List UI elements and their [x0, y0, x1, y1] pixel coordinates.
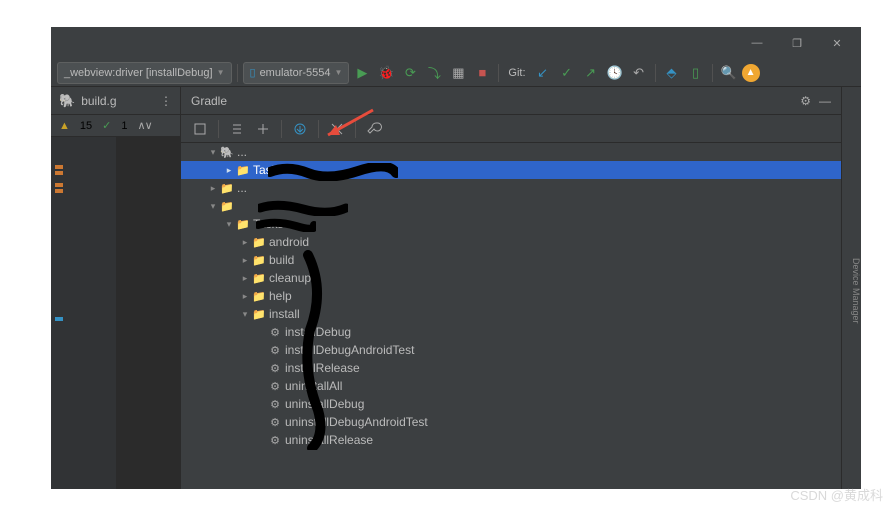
main-toolbar: _webview:driver [installDebug] ▼ ▯ emula…: [51, 59, 861, 87]
avatar[interactable]: ▲: [742, 64, 760, 82]
folder-android[interactable]: ▸📁android: [181, 233, 841, 251]
chevron-down-icon: ▼: [335, 68, 343, 77]
stop-button[interactable]: ■: [471, 62, 493, 84]
main-area: 🐘 build.g ⋮ ▲ 15 ✓ 1 ∧ ∨: [51, 87, 861, 489]
git-label: Git:: [504, 67, 529, 79]
separator: [237, 64, 238, 82]
avd-button[interactable]: ▯: [685, 62, 707, 84]
maximize-button[interactable]: ❐: [777, 29, 817, 57]
gear-icon: ⚙: [267, 416, 283, 429]
editor-area[interactable]: [116, 137, 181, 489]
device-combo[interactable]: ▯ emulator-5554 ▼: [243, 62, 350, 84]
folder-build[interactable]: ▸📁build: [181, 251, 841, 269]
nav-arrows[interactable]: ∧ ∨: [137, 119, 150, 132]
check-count: 1: [121, 120, 127, 132]
folder-cleanup[interactable]: ▸📁cleanup: [181, 269, 841, 287]
gear-icon: ⚙: [267, 362, 283, 375]
task-uninstallDebug[interactable]: ⚙uninstallDebug: [181, 395, 841, 413]
submodule-node[interactable]: ▸📁...: [181, 179, 841, 197]
reload-icon[interactable]: [189, 118, 211, 140]
gradle-toolbar: [181, 115, 841, 143]
tree-root[interactable]: ▾🐘...: [181, 143, 841, 161]
minimize-panel-icon[interactable]: —: [819, 94, 831, 108]
debug-button[interactable]: 🐞: [375, 62, 397, 84]
coverage-button[interactable]: ⟳: [399, 62, 421, 84]
search-button[interactable]: 🔍: [718, 62, 740, 84]
module-node[interactable]: ▾📁: [181, 197, 841, 215]
gradle-title: Gradle: [191, 94, 227, 108]
right-tool-strip: Device Manager Notifications Gradle: [841, 87, 861, 489]
download-sources-icon[interactable]: [289, 118, 311, 140]
git-push-button[interactable]: ↗: [580, 62, 602, 84]
tab-menu-icon[interactable]: ⋮: [160, 94, 172, 108]
git-commit-button[interactable]: ✓: [556, 62, 578, 84]
git-history-button[interactable]: 🕓: [604, 62, 626, 84]
gear-icon: ⚙: [267, 434, 283, 447]
task-uninstallDebugAndroidTest[interactable]: ⚙uninstallDebugAndroidTest: [181, 413, 841, 431]
device-manager-tab[interactable]: Device Manager: [851, 258, 861, 324]
left-column: 🐘 build.g ⋮ ▲ 15 ✓ 1 ∧ ∨: [51, 87, 181, 489]
toggle-offline-icon[interactable]: [326, 118, 348, 140]
gradle-header: Gradle ⚙ —: [181, 87, 841, 115]
separator: [712, 64, 713, 82]
module-icon: 📁: [219, 200, 235, 213]
folder-icon: 📁: [251, 272, 267, 285]
tasks-node-selected[interactable]: ▸📁Tasks: [181, 161, 841, 179]
titlebar: — ❐ ✕: [51, 27, 861, 59]
folder-icon: 📁: [251, 254, 267, 267]
file-name: build.g: [81, 94, 116, 108]
folder-help[interactable]: ▸📁help: [181, 287, 841, 305]
profiler-button[interactable]: ⤵: [423, 62, 445, 84]
gradle-panel: Gradle ⚙ — ▾🐘... ▸📁Tasks: [181, 87, 841, 489]
separator: [498, 64, 499, 82]
folder-icon: 📁: [251, 290, 267, 303]
gear-icon: ⚙: [267, 326, 283, 339]
expand-all-icon[interactable]: [226, 118, 248, 140]
gear-icon: ⚙: [267, 380, 283, 393]
folder-icon: 📁: [235, 218, 251, 231]
task-uninstallAll[interactable]: ⚙uninstallAll: [181, 377, 841, 395]
run-button[interactable]: ▶: [351, 62, 373, 84]
inspection-status: ▲ 15 ✓ 1 ∧ ∨: [51, 115, 180, 137]
gear-icon: ⚙: [267, 398, 283, 411]
watermark: CSDN @黄成科: [790, 485, 883, 504]
chevron-down-icon: ▼: [217, 68, 225, 77]
gear-icon[interactable]: ⚙: [800, 94, 811, 108]
close-button[interactable]: ✕: [817, 29, 857, 57]
editor-tab[interactable]: 🐘 build.g ⋮: [51, 87, 180, 115]
folder-icon: 📁: [251, 236, 267, 249]
gear-icon: ⚙: [267, 344, 283, 357]
device-label: emulator-5554: [260, 67, 331, 79]
wrench-icon[interactable]: [363, 118, 385, 140]
separator: [655, 64, 656, 82]
run-config-label: _webview:driver [installDebug]: [64, 67, 213, 79]
minimize-button[interactable]: —: [737, 29, 777, 57]
warning-icon: ▲: [59, 120, 70, 132]
tasks-node[interactable]: ▾📁Tasks: [181, 215, 841, 233]
git-update-button[interactable]: ↙: [532, 62, 554, 84]
run-configuration-combo[interactable]: _webview:driver [installDebug] ▼: [57, 62, 232, 84]
attach-debugger-button[interactable]: ▦: [447, 62, 469, 84]
task-installDebugAndroidTest[interactable]: ⚙installDebugAndroidTest: [181, 341, 841, 359]
sync-button[interactable]: ⬘: [661, 62, 683, 84]
task-installDebug[interactable]: ⚙installDebug: [181, 323, 841, 341]
module-icon: 📁: [219, 182, 235, 195]
folder-icon: 📁: [251, 308, 267, 321]
check-icon: ✓: [102, 119, 111, 132]
editor-gutter: [51, 137, 116, 489]
warning-count: 15: [80, 120, 92, 132]
module-icon: 🐘: [219, 146, 235, 159]
collapse-all-icon[interactable]: [252, 118, 274, 140]
git-rollback-button[interactable]: ↶: [628, 62, 650, 84]
folder-icon: 📁: [235, 164, 251, 177]
task-installRelease[interactable]: ⚙installRelease: [181, 359, 841, 377]
gradle-file-icon: 🐘: [59, 93, 75, 109]
gradle-tree[interactable]: ▾🐘... ▸📁Tasks ▸📁... ▾📁 ▾📁Tasks ▸📁android…: [181, 143, 841, 489]
task-uninstallRelease[interactable]: ⚙uninstallRelease: [181, 431, 841, 449]
folder-install[interactable]: ▾📁install: [181, 305, 841, 323]
phone-icon: ▯: [250, 66, 256, 79]
ide-window: — ❐ ✕ _webview:driver [installDebug] ▼ ▯…: [51, 27, 861, 489]
